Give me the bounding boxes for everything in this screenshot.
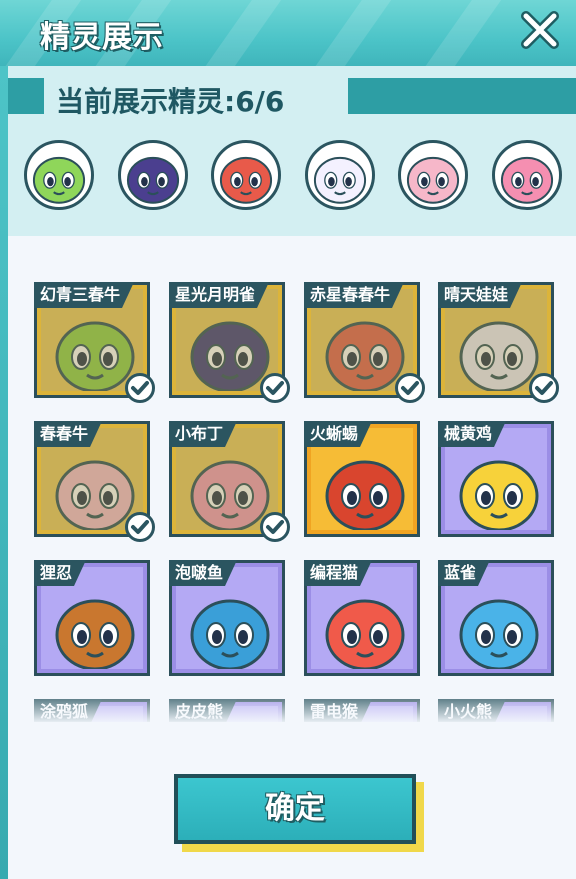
- spirit-card[interactable]: 星光月明雀: [169, 282, 290, 403]
- red-cow-spirit-icon: [214, 143, 278, 207]
- checkmark-icon: [395, 373, 425, 403]
- showcase-slot[interactable]: [211, 140, 281, 210]
- close-button[interactable]: [520, 10, 560, 50]
- spirit-name: 小布丁: [169, 421, 237, 447]
- spirit-name: 械黄鸡: [438, 421, 506, 447]
- confirm-button[interactable]: 确定: [174, 774, 416, 844]
- white-egg-spirit-icon: [308, 143, 372, 207]
- spirit-grid[interactable]: 幻青三春牛 星光月明雀 赤星春春牛 晴天娃娃春春牛 小布丁 火蜥蜴 械黄鸡狸忍 泡啵鱼 编程猫 蓝…: [8, 240, 576, 722]
- panel-left-edge: [0, 0, 8, 879]
- checkmark-icon: [125, 373, 155, 403]
- showcase-count-label: 当前展示精灵:6/6: [56, 85, 285, 118]
- scroll-fade: [8, 690, 576, 730]
- spirit-name: 火蜥蜴: [304, 421, 372, 447]
- close-icon: [521, 11, 559, 49]
- spirit-name: 编程猫: [304, 560, 372, 586]
- spirit-card[interactable]: 编程猫: [304, 560, 420, 676]
- label-bar-right: [348, 78, 576, 114]
- spirit-card[interactable]: 狸忍: [34, 560, 150, 676]
- spirit-name: 泡啵鱼: [169, 560, 237, 586]
- spirit-name: 春春牛: [34, 421, 102, 447]
- showcase-slot[interactable]: [24, 140, 94, 210]
- spirit-name: 星光月明雀: [169, 282, 269, 308]
- page-title: 精灵展示: [40, 20, 164, 55]
- spirit-card[interactable]: 泡啵鱼: [169, 560, 285, 676]
- spirit-card[interactable]: 蓝雀: [438, 560, 554, 676]
- pink-bunny-spirit-icon: [495, 143, 559, 207]
- showcase-slot[interactable]: [117, 140, 188, 210]
- showcase-slot[interactable]: [304, 140, 375, 210]
- pink-cow-spirit-icon: [401, 143, 465, 207]
- spirit-card[interactable]: 春春牛: [34, 421, 155, 542]
- checkmark-icon: [260, 512, 290, 542]
- checkmark-icon: [260, 373, 290, 403]
- checkmark-icon: [529, 373, 559, 403]
- showcase-panel: 当前展示精灵:6/6: [8, 66, 576, 236]
- showcase-slot[interactable]: [398, 140, 468, 210]
- spirit-card[interactable]: 火蜥蜴: [304, 421, 420, 537]
- checkmark-icon: [125, 512, 155, 542]
- spirit-name: 晴天娃娃: [438, 282, 522, 308]
- header-bar: 精灵展示: [0, 0, 576, 66]
- showcase-slot[interactable]: [491, 140, 562, 210]
- spirit-name: 赤星春春牛: [304, 282, 404, 308]
- green-cow-spirit-icon: [27, 143, 91, 207]
- spirit-card[interactable]: 小布丁: [169, 421, 290, 542]
- purple-bird-spirit-icon: [121, 143, 185, 207]
- spirit-card[interactable]: 械黄鸡: [438, 421, 554, 537]
- spirit-card[interactable]: 幻青三春牛: [34, 282, 155, 403]
- spirit-name: 幻青三春牛: [34, 282, 134, 308]
- label-bar-left: [8, 78, 44, 114]
- spirit-card[interactable]: 晴天娃娃: [438, 282, 559, 403]
- spirit-card[interactable]: 赤星春春牛: [304, 282, 425, 403]
